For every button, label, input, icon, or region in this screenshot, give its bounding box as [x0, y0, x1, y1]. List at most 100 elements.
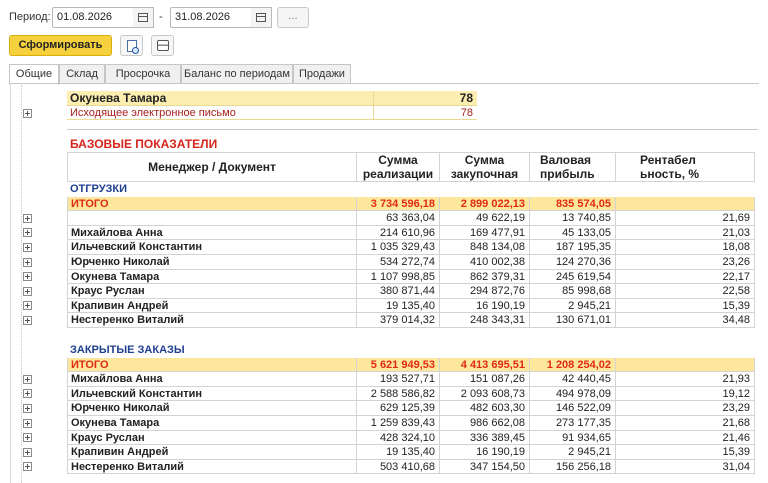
total-label: ИТОГО — [67, 196, 357, 212]
expand-icon[interactable] — [23, 418, 32, 428]
table-row[interactable]: Краус Руслан 428 324,10 336 389,45 91 934,6… — [67, 430, 755, 446]
cell-value: 22,17 — [616, 269, 755, 285]
tab-sales[interactable]: Продажи — [293, 64, 351, 84]
cell-value: 273 177,35 — [530, 416, 616, 431]
table-row[interactable]: Михайлова Анна 193 527,71 151 087,26 42 440… — [67, 372, 755, 387]
total-row: ИТОГО 5 621 949,53 4 413 695,51 1 208 254,0… — [67, 357, 755, 373]
settings-button[interactable] — [151, 35, 174, 56]
cell-value: 13 740,85 — [530, 211, 616, 226]
cell-value: 45 133,05 — [530, 225, 616, 241]
cell-value: 19 135,40 — [357, 445, 440, 460]
expand-icon[interactable] — [23, 374, 32, 384]
cell-value: 169 477,91 — [440, 225, 530, 241]
cell-value: 2 945,21 — [530, 298, 616, 314]
date-from-input[interactable]: 01.08.2026 — [52, 7, 134, 28]
col-header-profit-line1: Валовая — [540, 153, 592, 167]
calendar-icon — [138, 13, 148, 22]
cell-value: 2 945,21 — [530, 445, 616, 460]
manager-name: Краус Руслан — [67, 430, 357, 446]
col-header-buy-line2: закупочная — [450, 167, 519, 181]
table-row[interactable]: Ильчевский Константин 2 588 586,82 2 093 6… — [67, 386, 755, 402]
cell-value: 63 363,04 — [357, 211, 440, 226]
expand-icon[interactable] — [23, 447, 32, 457]
cell-value: 124 270,36 — [530, 255, 616, 270]
table-row[interactable]: Юрченко Николай 629 125,39 482 603,30 146 5… — [67, 401, 755, 416]
tab-general[interactable]: Общие — [9, 64, 59, 85]
expand-icon[interactable] — [23, 286, 32, 296]
date-to-calendar-button[interactable] — [251, 7, 272, 28]
date-from-calendar-button[interactable] — [133, 7, 154, 28]
manager-name: Краус Руслан — [67, 284, 357, 299]
preview-button[interactable] — [120, 35, 143, 56]
table-row[interactable]: Окунева Тамара 1 107 998,85 862 379,31 245 … — [67, 269, 755, 285]
col-header-sale-line1: Сумма — [378, 153, 418, 167]
report-title: БАЗОВЫЕ ПОКАЗАТЕЛИ — [70, 137, 218, 151]
cell-value: 248 343,31 — [440, 313, 530, 328]
expand-icon[interactable] — [23, 213, 32, 223]
col-header-sale-line2: реализации — [362, 167, 434, 181]
col-header-rent-line2: ьность, % — [640, 167, 700, 181]
expand-icon[interactable] — [23, 315, 32, 325]
col-header-profit: Валовая прибыль — [530, 152, 616, 182]
expand-icon[interactable] — [23, 272, 32, 282]
manager-name — [67, 211, 357, 226]
group-line — [21, 85, 22, 483]
table-row[interactable]: Юрченко Николай 534 272,74 410 002,38 124 2… — [67, 255, 755, 270]
cell-value: 18,08 — [616, 240, 755, 255]
tab-balance-periods[interactable]: Баланс по периодам — [181, 64, 293, 84]
expand-icon[interactable] — [23, 228, 32, 238]
cell-value: 1 259 839,43 — [357, 416, 440, 431]
manager-name: Нестеренко Виталий — [67, 459, 357, 475]
cell-value: 49 622,19 — [440, 211, 530, 226]
expand-icon[interactable] — [23, 433, 32, 443]
tab-overdue[interactable]: Просрочка — [105, 64, 181, 84]
select-period-button[interactable]: ... — [277, 7, 309, 28]
cell-value: 482 603,30 — [440, 401, 530, 416]
table-row[interactable]: Крапивин Андрей 19 135,40 16 190,19 2 945,2… — [67, 298, 755, 314]
document-search-icon — [126, 39, 139, 54]
cell-value: 21,03 — [616, 225, 755, 241]
table-row[interactable]: Михайлова Анна 214 610,96 169 477,91 45 133… — [67, 225, 755, 241]
expand-icon[interactable] — [23, 242, 32, 252]
report-area[interactable]: Окунева Тамара 78 Исходящее электронное … — [10, 85, 758, 483]
cell-value: 16 190,19 — [440, 298, 530, 314]
expand-icon[interactable] — [23, 257, 32, 267]
table-row[interactable]: Нестеренко Виталий 379 014,32 248 343,31 13… — [67, 313, 755, 328]
generate-button[interactable]: Сформировать — [9, 35, 112, 56]
expand-icon[interactable] — [23, 389, 32, 399]
period-dash: - — [159, 11, 163, 23]
cell-value: 214 610,96 — [357, 225, 440, 241]
expand-icon[interactable] — [23, 109, 32, 118]
calendar-icon — [256, 13, 266, 22]
col-header-name: Менеджер / Документ — [67, 152, 357, 182]
cell-value: 1 107 998,85 — [357, 269, 440, 285]
table-row[interactable]: Окунева Тамара 1 259 839,43 986 662,08 273 … — [67, 416, 755, 431]
cell-value: 410 002,38 — [440, 255, 530, 270]
col-header-buy-line1: Сумма — [464, 153, 505, 167]
cell-value: 862 379,31 — [440, 269, 530, 285]
table-row[interactable]: Краус Руслан 380 871,44 294 872,76 85 998,6… — [67, 284, 755, 299]
manager-name: Юрченко Николай — [67, 255, 357, 270]
expand-icon[interactable] — [23, 301, 32, 311]
expand-icon[interactable] — [23, 462, 32, 472]
cell-value: 245 619,54 — [530, 269, 616, 285]
table-row[interactable]: Нестеренко Виталий 503 410,68 347 154,50 15… — [67, 459, 755, 475]
tab-warehouse[interactable]: Склад — [59, 64, 105, 84]
table-row[interactable]: 63 363,04 49 622,19 13 740,85 21,69 — [67, 211, 755, 226]
summary-manager-value: 78 — [373, 91, 477, 106]
cell-value: 21,93 — [616, 372, 755, 387]
col-header-rent: Рентабел ьность, % — [616, 152, 755, 182]
expand-icon[interactable] — [23, 403, 32, 413]
manager-name: Окунева Тамара — [67, 416, 357, 431]
total-value: 4 413 695,51 — [440, 357, 530, 373]
cell-value: 336 389,45 — [440, 430, 530, 446]
report-title-row: БАЗОВЫЕ ПОКАЗАТЕЛИ — [67, 136, 755, 152]
report-header-row: Менеджер / Документ Сумма реализации Сум… — [67, 152, 755, 182]
cell-value: 16 190,19 — [440, 445, 530, 460]
cell-value: 848 134,08 — [440, 240, 530, 255]
date-to-input[interactable]: 31.08.2026 — [170, 7, 252, 28]
table-row[interactable]: Ильчевский Константин 1 035 329,43 848 134… — [67, 240, 755, 255]
table-row[interactable]: Крапивин Андрей 19 135,40 16 190,19 2 945,2… — [67, 445, 755, 460]
col-header-sale: Сумма реализации — [357, 152, 440, 182]
section-title: ОТГРУЗКИ — [70, 183, 128, 195]
